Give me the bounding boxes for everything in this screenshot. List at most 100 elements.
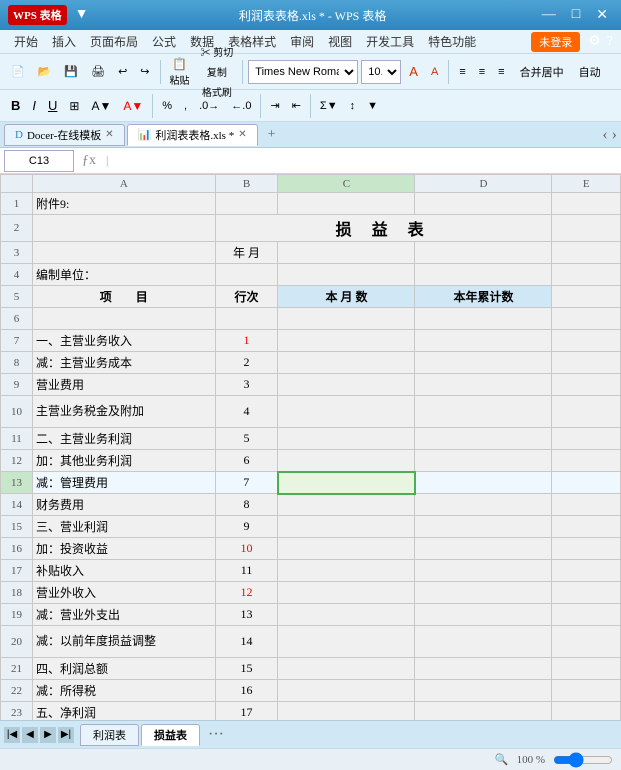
cell-A4[interactable]: 编制单位： <box>32 264 215 286</box>
cell-A16[interactable]: 加：投资收益 <box>32 538 215 560</box>
cell-E23[interactable] <box>552 702 621 721</box>
decimal-decrease-btn[interactable]: ←.0 <box>226 93 256 119</box>
cell-D12[interactable] <box>415 450 552 472</box>
cell-B17[interactable]: 11 <box>215 560 278 582</box>
filter-btn[interactable]: ▼ <box>362 93 383 119</box>
outdent-btn[interactable]: ⇤ <box>287 93 306 119</box>
cell-C19[interactable] <box>278 604 415 626</box>
cell-E21[interactable] <box>552 658 621 680</box>
cell-E18[interactable] <box>552 582 621 604</box>
align-center-btn[interactable]: ≡ <box>474 59 490 85</box>
cell-B5[interactable]: 行次 <box>215 286 278 308</box>
cell-ref-input[interactable] <box>4 150 74 172</box>
font-shrink-btn[interactable]: A <box>426 59 443 85</box>
sheet-nav-prev[interactable]: ◀ <box>22 727 38 743</box>
cell-C1[interactable] <box>278 193 415 215</box>
cell-B8[interactable]: 2 <box>215 352 278 374</box>
menu-dev[interactable]: 开发工具 <box>360 31 420 52</box>
border-btn[interactable]: ⊞ <box>64 93 84 119</box>
cell-C3[interactable] <box>278 242 415 264</box>
close-btn[interactable]: ✕ <box>591 5 613 26</box>
sum-btn[interactable]: Σ▼ <box>315 93 343 119</box>
cell-E15[interactable] <box>552 516 621 538</box>
cell-E19[interactable] <box>552 604 621 626</box>
cell-E1[interactable] <box>552 193 621 215</box>
menu-insert[interactable]: 插入 <box>46 31 82 52</box>
new-button[interactable]: 📄 <box>6 59 30 85</box>
cell-C13-selected[interactable] <box>278 472 415 494</box>
italic-btn[interactable]: I <box>27 93 41 119</box>
copy-button[interactable]: 复制 <box>197 62 238 81</box>
indent-btn[interactable]: ⇥ <box>265 93 284 119</box>
num-format-btn[interactable]: % <box>157 93 177 119</box>
cell-D3[interactable] <box>415 242 552 264</box>
menu-features[interactable]: 特色功能 <box>422 31 482 52</box>
cell-B11[interactable]: 5 <box>215 428 278 450</box>
font-size-select[interactable]: 10.5 <box>361 60 401 84</box>
cell-A17[interactable]: 补贴收入 <box>32 560 215 582</box>
cell-A11[interactable]: 二、主营业务利润 <box>32 428 215 450</box>
login-button[interactable]: 未登录 <box>531 32 580 52</box>
cell-A5[interactable]: 项 目 <box>32 286 215 308</box>
save-button[interactable]: 💾 <box>59 59 83 85</box>
cell-B1[interactable] <box>215 193 278 215</box>
cell-D14[interactable] <box>415 494 552 516</box>
cell-D20[interactable] <box>415 626 552 658</box>
cell-E20[interactable] <box>552 626 621 658</box>
help-icon[interactable]: ? <box>607 34 613 50</box>
cell-B18[interactable]: 12 <box>215 582 278 604</box>
col-header-E[interactable]: E <box>552 175 621 193</box>
sheet-tab-add[interactable]: ··· <box>202 726 230 744</box>
sheet-tab-profit[interactable]: 利润表 <box>80 724 139 746</box>
cell-E16[interactable] <box>552 538 621 560</box>
merge-center-btn[interactable]: 合并居中 <box>513 59 571 85</box>
cell-C8[interactable] <box>278 352 415 374</box>
cell-A6[interactable] <box>32 308 215 330</box>
cell-D8[interactable] <box>415 352 552 374</box>
cell-B15[interactable]: 9 <box>215 516 278 538</box>
print-button[interactable]: 🖨 <box>86 59 110 85</box>
cell-C20[interactable] <box>278 626 415 658</box>
cell-C11[interactable] <box>278 428 415 450</box>
tab-docer-close[interactable]: ✕ <box>105 129 113 140</box>
cell-D5[interactable]: 本年累计数 <box>415 286 552 308</box>
cell-D9[interactable] <box>415 374 552 396</box>
cell-B21[interactable]: 15 <box>215 658 278 680</box>
tab-add-btn[interactable]: + <box>260 125 284 145</box>
settings-icon[interactable]: ⚙ <box>588 33 601 50</box>
menu-layout[interactable]: 页面布局 <box>84 31 144 52</box>
cell-B7[interactable]: 1 <box>215 330 278 352</box>
cell-D13[interactable] <box>415 472 552 494</box>
cut-button[interactable]: ✂ 剪切 <box>197 42 238 61</box>
cell-C12[interactable] <box>278 450 415 472</box>
cell-B4[interactable] <box>215 264 278 286</box>
cell-A10[interactable]: 主营业务税金及附加 <box>32 396 215 428</box>
cell-D11[interactable] <box>415 428 552 450</box>
open-button[interactable]: 📂 <box>33 59 57 85</box>
cell-B22[interactable]: 16 <box>215 680 278 702</box>
cell-B23[interactable]: 17 <box>215 702 278 721</box>
cell-C18[interactable] <box>278 582 415 604</box>
paste-group[interactable]: 📋 粘贴 <box>166 55 194 89</box>
cell-C4[interactable] <box>278 264 415 286</box>
sheet-nav-next[interactable]: ▶ <box>40 727 56 743</box>
cell-B20[interactable]: 14 <box>215 626 278 658</box>
cell-D1[interactable] <box>415 193 552 215</box>
cell-C23[interactable] <box>278 702 415 721</box>
auto-wrap-btn[interactable]: 自动 <box>574 59 606 85</box>
font-grow-btn[interactable]: A <box>404 59 423 85</box>
menu-formula[interactable]: 公式 <box>146 31 182 52</box>
cell-B9[interactable]: 3 <box>215 374 278 396</box>
cell-A20[interactable]: 减：以前年度损益调整 <box>32 626 215 658</box>
sort-btn[interactable]: ↕ <box>345 93 361 119</box>
cell-E8[interactable] <box>552 352 621 374</box>
cell-B2-title[interactable]: 损 益 表 <box>215 215 552 242</box>
col-header-A[interactable]: A <box>32 175 215 193</box>
cell-D18[interactable] <box>415 582 552 604</box>
cell-A1[interactable]: 附件9: <box>32 193 215 215</box>
cell-C9[interactable] <box>278 374 415 396</box>
zoom-slider[interactable] <box>553 755 613 765</box>
cell-A9[interactable]: 营业费用 <box>32 374 215 396</box>
cell-B13[interactable]: 7 <box>215 472 278 494</box>
cell-E2[interactable] <box>552 215 621 242</box>
